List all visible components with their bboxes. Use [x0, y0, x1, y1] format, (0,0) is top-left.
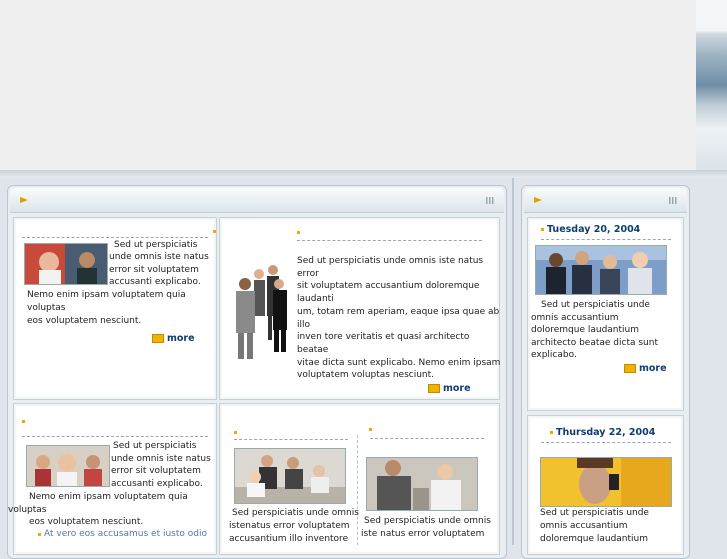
article-text-3-line: Nemo enim ipsam voluptatem quia [29, 492, 188, 502]
news-photo-1[interactable] [535, 245, 667, 295]
divider [370, 438, 484, 439]
header-banner-blank [0, 0, 696, 170]
divider [541, 239, 671, 240]
column-divider [512, 178, 514, 545]
article-text-3-line: error sit voluptatem [111, 466, 201, 476]
article-text-4-line: Sed perspiciatis unde omnis [232, 508, 359, 518]
article-text-4-line: accusantium illo inventore [229, 534, 349, 544]
article-text-2-line: sit voluptatem accusantium doloremque [297, 281, 480, 291]
bullet-icon [22, 420, 25, 423]
article-text-3-line: Sed ut perspiciatis [113, 441, 197, 451]
article-text-1-line: error sit voluptatem [109, 265, 199, 275]
more-icon [152, 334, 164, 343]
news-text-2-line: omnis accusantium [540, 521, 628, 531]
article-photo-5[interactable] [366, 457, 478, 511]
article-text-1-line: Sed ut perspiciatis [114, 240, 198, 250]
header-divider-strip [0, 170, 727, 178]
article-link[interactable]: At vero eos accusamus et iusto odio [44, 529, 207, 539]
article-photo-1[interactable] [24, 243, 108, 285]
main-panel-bar [10, 188, 504, 213]
article-text-3-line: unde omnis iste natus [111, 454, 211, 464]
divider [22, 436, 208, 437]
news-date-2: Thursday 22, 2004 [556, 427, 656, 438]
article-text-2-line: error [297, 269, 319, 279]
news-text-2-line: doloremque laudantium [540, 534, 648, 544]
divider [297, 240, 482, 241]
article-text-2-line: inven tore veritatis et quasi architecto [297, 332, 470, 342]
article-text-3-line: voluptas [8, 505, 47, 515]
article-text-1-line: unde omnis iste natus [109, 252, 209, 262]
more-link[interactable]: more [428, 383, 471, 394]
article-text-2-line: vitae dicta sunt explicabo. Nemo enim ip… [297, 358, 501, 368]
article-text-5-line: iste natus error voluptatem [361, 529, 485, 539]
news-text-1-line: Sed ut perspiciatis unde [541, 300, 650, 310]
article-text-2-line: Sed ut perspiciatis unde omnis iste natu… [297, 256, 484, 266]
bullet-icon [213, 230, 216, 233]
bullet-icon [234, 431, 237, 434]
more-label[interactable]: more [167, 333, 195, 344]
article-text-3-line: accusanti explicabo. [111, 479, 203, 489]
article-text-2-line: laudanti [297, 294, 334, 304]
article-photo-4[interactable] [234, 448, 346, 504]
more-icon [624, 364, 636, 373]
news-text-1-line: explicabo. [531, 350, 577, 360]
news-text-2-line: Sed ut perspiciatis unde [540, 508, 649, 518]
article-text-3-line: eos voluptatem nesciunt. [29, 517, 144, 527]
article-photo-2[interactable] [227, 254, 293, 362]
article-text-4-line: istenatus error voluptatem [229, 521, 350, 531]
more-label[interactable]: more [639, 363, 667, 374]
more-label[interactable]: more [443, 383, 471, 394]
article-text-1-line: Nemo enim ipsam voluptatem quia [27, 290, 186, 300]
more-icon [428, 384, 440, 393]
article-text-5-line: Sed perspiciatis unde omnis [364, 516, 491, 526]
bullet-icon [541, 228, 544, 231]
arrow-right-icon [534, 197, 542, 203]
news-photo-2[interactable] [540, 457, 672, 507]
article-text-1-line: accusanti explicabo. [109, 277, 201, 287]
bullet-icon [369, 428, 372, 431]
more-link[interactable]: more [624, 363, 667, 374]
divider [234, 439, 348, 440]
article-text-2-line: illo [297, 320, 311, 330]
article-text-2-line: beatae [297, 345, 329, 355]
column-separator [357, 435, 358, 545]
bullet-icon [297, 231, 300, 234]
article-text-2-line: voluptatem voluptas nesciunt. [297, 370, 435, 380]
news-text-1-line: architecto beatae dicta sunt [531, 338, 658, 348]
sidebar-panel-bar [524, 188, 687, 213]
bullet-icon [550, 431, 553, 434]
arrow-right-icon [20, 197, 28, 203]
article-text-1-line: voluptas [27, 303, 66, 313]
divider [22, 237, 208, 238]
divider [541, 442, 671, 443]
news-text-1-line: omnis accusantium [531, 313, 619, 323]
more-link[interactable]: more [152, 333, 195, 344]
article-text-1-line: eos voluptatem nesciunt. [27, 316, 142, 326]
header-decor-glossy [696, 0, 727, 170]
grip-icon[interactable] [486, 197, 494, 204]
news-text-1-line: doloremque laudantium [531, 325, 639, 335]
news-date-1: Tuesday 20, 2004 [547, 224, 641, 235]
article-text-2-line: um, totam rem aperiam, eaque ipsa quae a… [297, 307, 500, 317]
article-photo-3[interactable] [26, 445, 110, 487]
grip-icon[interactable] [669, 197, 677, 204]
bullet-icon [38, 533, 41, 536]
